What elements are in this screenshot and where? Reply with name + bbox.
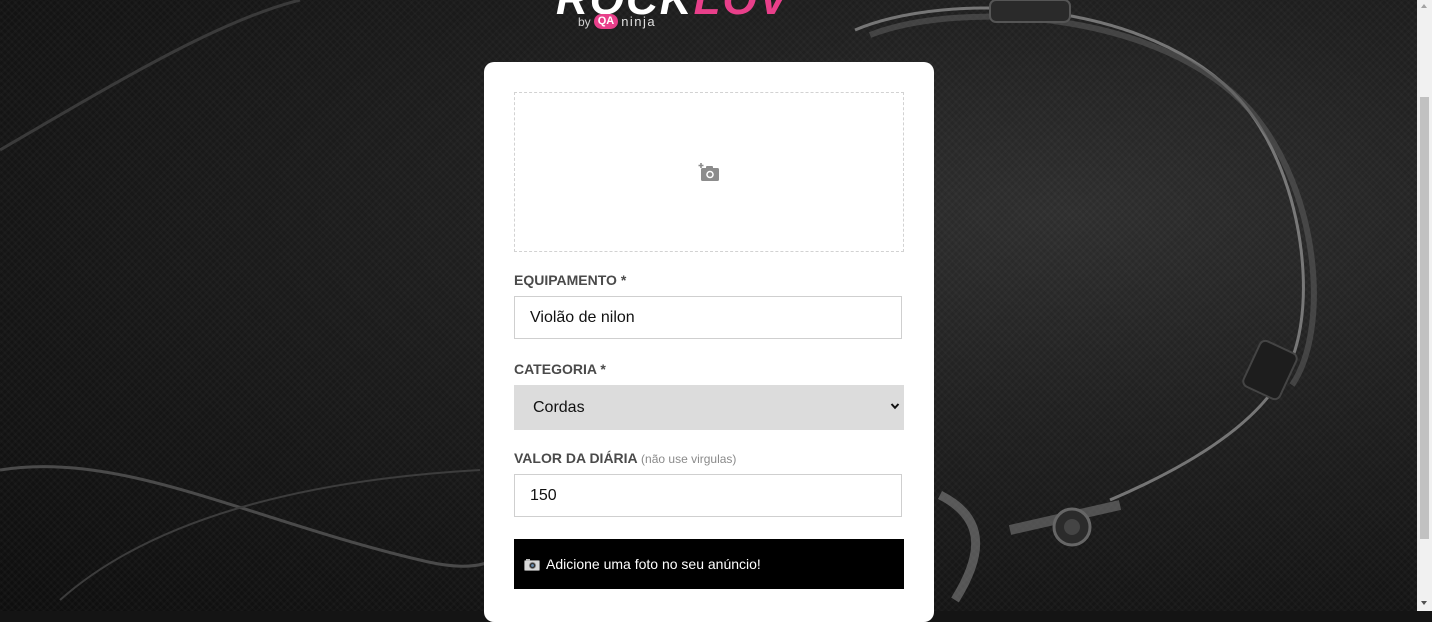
camera-icon: [524, 558, 540, 571]
scroll-down-arrow-icon[interactable]: [1421, 601, 1427, 605]
page-scrollbar[interactable]: [1417, 0, 1432, 611]
new-equipment-form-card: EQUIPAMENTO * CATEGORIA * Cordas VALOR D…: [484, 62, 934, 622]
scroll-thumb[interactable]: [1420, 97, 1429, 539]
rocklov-logo: ROCKLOV by QA ninja: [556, 0, 856, 34]
chevron-down-icon: [890, 403, 900, 410]
daily-price-label-text: VALOR DA DIÁRIA: [514, 450, 638, 466]
daily-price-label: VALOR DA DIÁRIA (não use virgulas): [514, 450, 736, 466]
category-selected-value: Cordas: [533, 398, 585, 416]
category-select[interactable]: Cordas: [514, 385, 904, 430]
daily-price-hint: (não use virgulas): [641, 452, 737, 466]
logo-byline: by QA ninja: [578, 14, 656, 29]
scroll-up-arrow-icon[interactable]: [1421, 4, 1427, 8]
daily-price-input[interactable]: [514, 474, 902, 517]
equipment-label: EQUIPAMENTO *: [514, 272, 627, 288]
photo-required-alert: Adicione uma foto no seu anúncio!: [514, 539, 904, 589]
logo-word-pink: LOV: [694, 0, 790, 24]
add-photo-icon: [698, 163, 719, 181]
alert-text: Adicione uma foto no seu anúncio!: [546, 556, 761, 572]
category-label: CATEGORIA *: [514, 361, 606, 377]
logo-by-text: by: [578, 14, 591, 29]
logo-ninja-text: ninja: [621, 14, 657, 29]
qaninja-badge: QA: [593, 14, 619, 29]
equipment-input[interactable]: [514, 296, 902, 339]
photo-dropzone[interactable]: [514, 92, 904, 252]
